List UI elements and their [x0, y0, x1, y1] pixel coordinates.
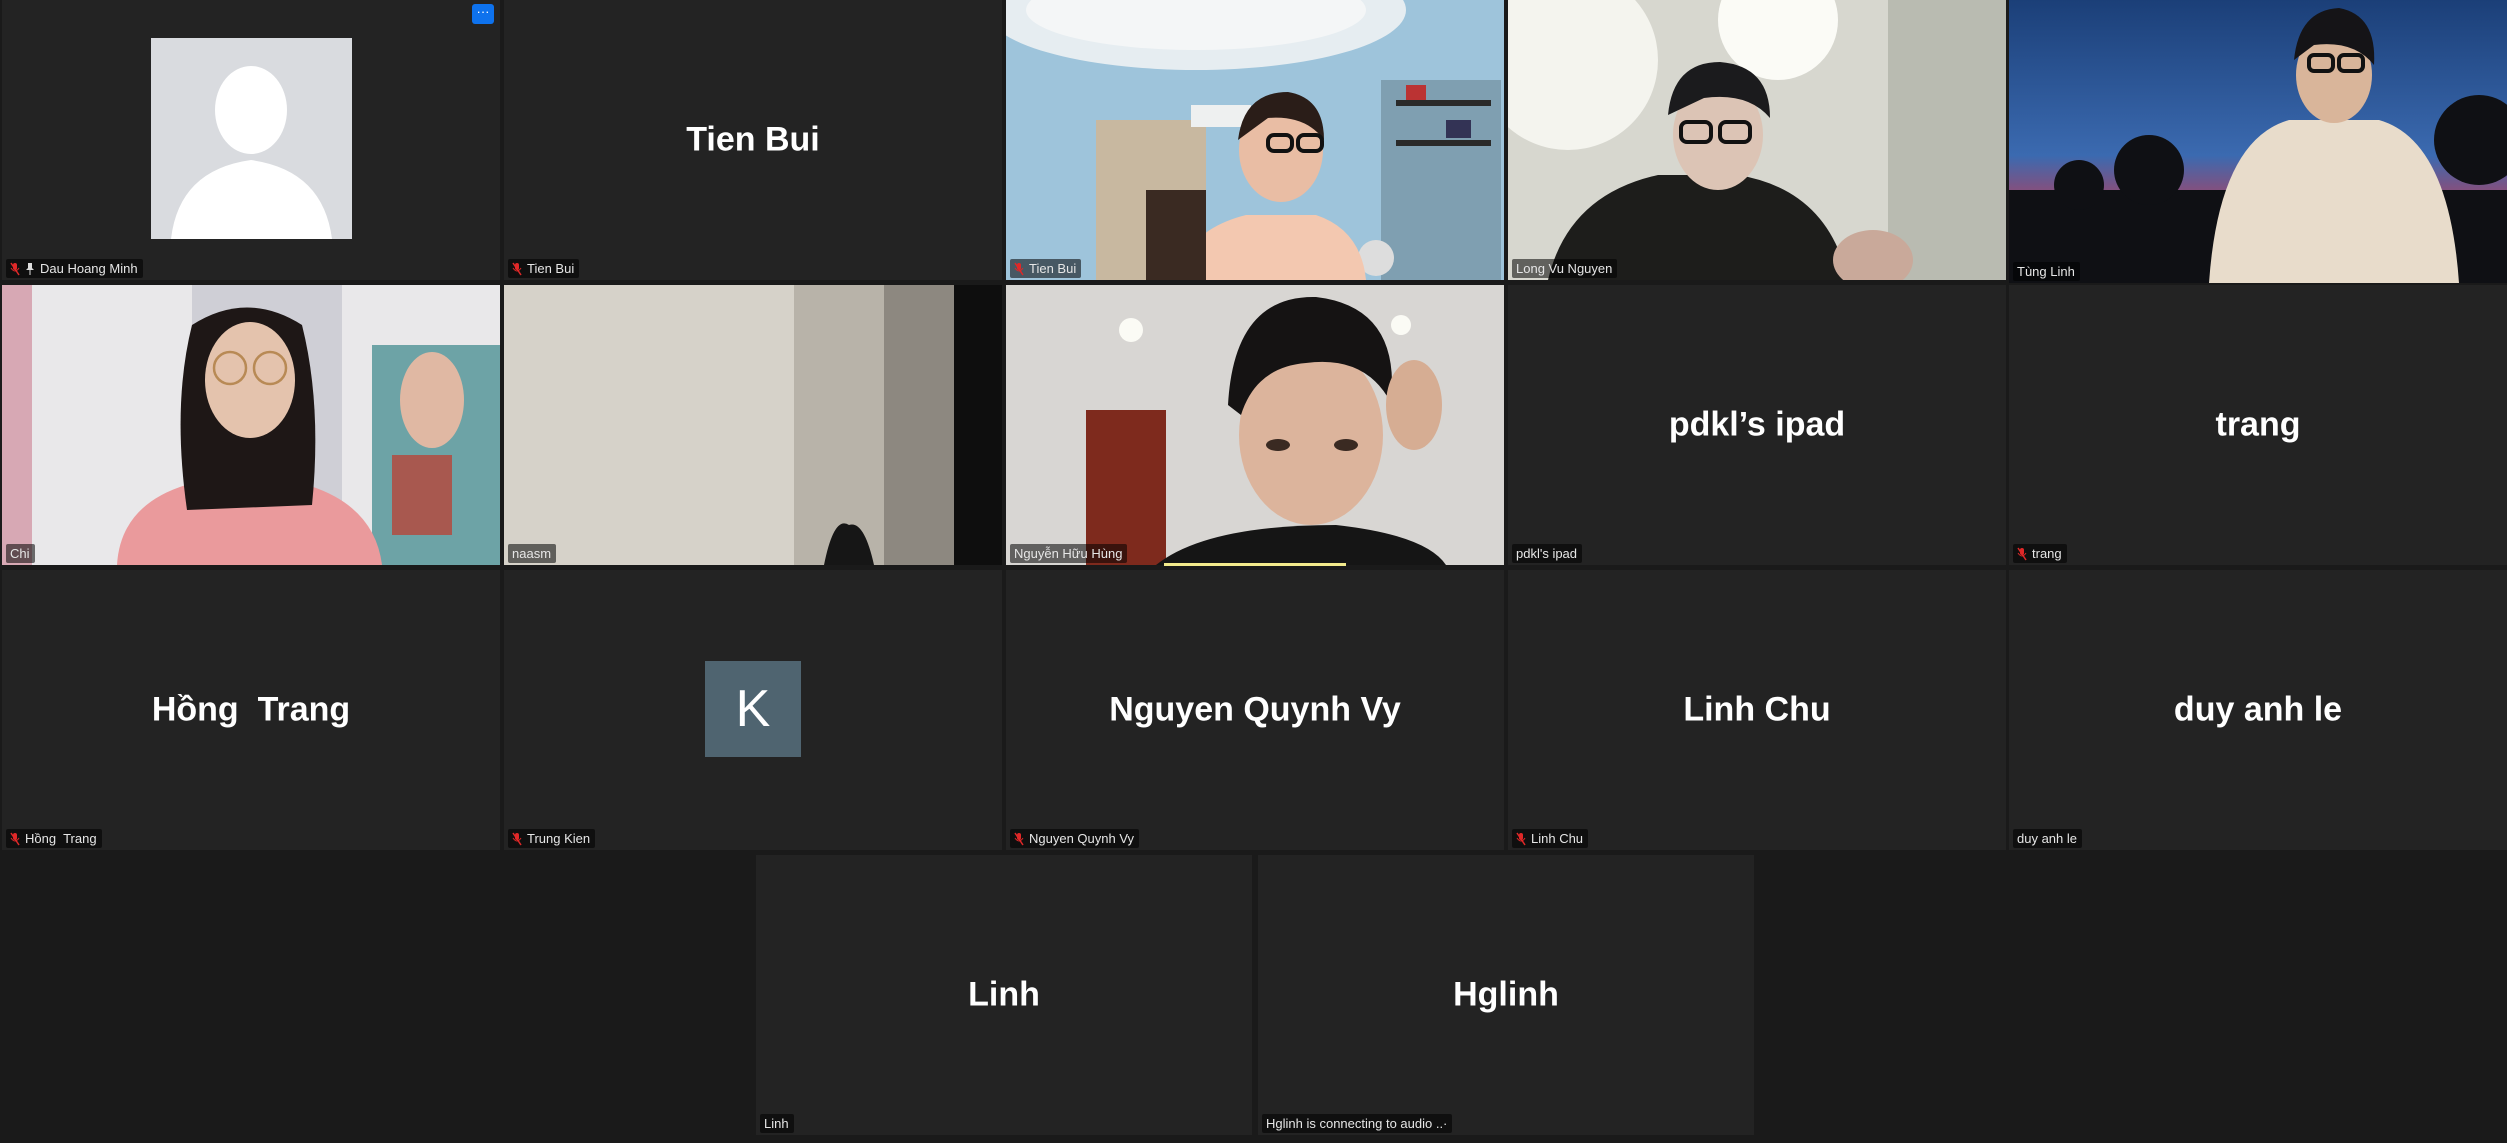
video-tile-naasm[interactable]: naasm [504, 285, 1002, 565]
video-tile-nguyen-quynh-vy[interactable]: Nguyen Quynh Vy Nguyen Quynh Vy [1006, 570, 1504, 850]
video-tile-tien-bui-camera[interactable]: Tien Bui [1006, 0, 1504, 280]
pin-icon [26, 262, 34, 275]
mic-muted-icon [10, 832, 20, 845]
participant-name: Hglinh is connecting to audio ..· [1266, 1116, 1448, 1131]
participant-name: naasm [512, 546, 552, 561]
video-tile-pdkl-ipad[interactable]: pdkl’s ipad pdkl's ipad [1508, 285, 2006, 565]
participant-name: Hồng Trang [25, 831, 97, 846]
speaking-indicator [1164, 563, 1346, 566]
mic-muted-icon [512, 832, 522, 845]
mic-muted-icon [1014, 262, 1024, 275]
camera-feed [1006, 0, 1504, 280]
participant-display-name: Nguyen Quynh Vy [1109, 690, 1401, 729]
video-tile-long-vu-nguyen[interactable]: Long Vu Nguyen [1508, 0, 2006, 280]
participant-name: Linh [764, 1116, 789, 1131]
participant-label: Hglinh is connecting to audio ..· [1262, 1114, 1453, 1133]
participant-name: Tùng Linh [2017, 264, 2075, 279]
participant-label: Linh [760, 1114, 794, 1133]
participant-name: Nguyễn Hữu Hùng [1014, 546, 1123, 561]
participant-display-name: Hồng Trang [151, 690, 351, 729]
participant-name: Tien Bui [1029, 261, 1077, 276]
video-tile-trang[interactable]: trang trang [2009, 285, 2507, 565]
participant-label: Chi [6, 544, 35, 563]
participant-display-name: pdkl’s ipad [1668, 405, 1846, 444]
more-options-button[interactable]: ··· [472, 4, 494, 24]
camera-feed [2, 285, 500, 565]
participant-name: duy anh le [2017, 831, 2077, 846]
participant-label: Nguyễn Hữu Hùng [1010, 544, 1128, 563]
participant-name: Nguyen Quynh Vy [1029, 831, 1135, 846]
video-tile-trung-kien[interactable]: K Trung Kien [504, 570, 1002, 850]
participant-label: duy anh le [2013, 829, 2082, 848]
participant-display-name: trang [2215, 405, 2301, 444]
video-tile-hong-trang[interactable]: Hồng Trang Hồng Trang [2, 570, 500, 850]
participant-display-name: duy anh le [2173, 690, 2343, 729]
mic-muted-icon [2017, 547, 2027, 560]
participant-label: Dau Hoang Minh [6, 259, 143, 278]
participant-label: Nguyen Quynh Vy [1010, 829, 1140, 848]
initial-avatar: K [705, 661, 801, 757]
default-avatar-icon [151, 38, 352, 239]
video-tile-nguyen-huu-hung[interactable]: Nguyễn Hữu Hùng [1006, 285, 1504, 565]
participant-label: naasm [508, 544, 557, 563]
video-tile-tien-bui-name[interactable]: Tien Bui Tien Bui [504, 0, 1002, 280]
video-tile-linh-chu[interactable]: Linh Chu Linh Chu [1508, 570, 2006, 850]
video-tile-tung-linh[interactable]: Tùng Linh [2009, 0, 2507, 283]
mic-muted-icon [1516, 832, 1526, 845]
participant-label: Linh Chu [1512, 829, 1589, 848]
participant-display-name: Tien Bui [686, 120, 820, 159]
video-tile-hglinh[interactable]: Hglinh Hglinh is connecting to audio ..· [1258, 855, 1754, 1135]
participant-name: Chi [10, 546, 30, 561]
video-tile-duy-anh-le[interactable]: duy anh le duy anh le [2009, 570, 2507, 850]
participant-label: Tien Bui [508, 259, 580, 278]
participant-name: Trung Kien [527, 831, 591, 846]
participant-name: pdkl's ipad [1516, 546, 1578, 561]
participant-label: trang [2013, 544, 2067, 563]
participant-label: pdkl's ipad [1512, 544, 1583, 563]
camera-feed [2009, 0, 2507, 283]
participant-name: trang [2032, 546, 2062, 561]
mic-muted-icon [1014, 832, 1024, 845]
participant-label: Hồng Trang [6, 829, 102, 848]
participant-display-name: Linh [968, 975, 1040, 1014]
participant-label: Trung Kien [508, 829, 596, 848]
participant-label: Tùng Linh [2013, 262, 2080, 281]
participant-name: Dau Hoang Minh [40, 261, 138, 276]
video-tile-linh[interactable]: Linh Linh [756, 855, 1252, 1135]
mic-muted-icon [512, 262, 522, 275]
camera-feed [1508, 0, 2006, 280]
camera-feed [504, 285, 1002, 565]
camera-feed [1006, 285, 1504, 565]
participant-display-name: Linh Chu [1683, 690, 1831, 729]
participant-label: Long Vu Nguyen [1512, 259, 1618, 278]
participant-label: Tien Bui [1010, 259, 1082, 278]
participant-display-name: Hglinh [1453, 975, 1559, 1014]
video-tile-chi[interactable]: Chi [2, 285, 500, 565]
mic-muted-icon [10, 262, 20, 275]
participant-name: Linh Chu [1531, 831, 1584, 846]
video-tile-dau-hoang-minh[interactable]: ··· Dau Hoang Minh [2, 0, 500, 280]
participant-name: Tien Bui [527, 261, 575, 276]
participant-name: Long Vu Nguyen [1516, 261, 1613, 276]
